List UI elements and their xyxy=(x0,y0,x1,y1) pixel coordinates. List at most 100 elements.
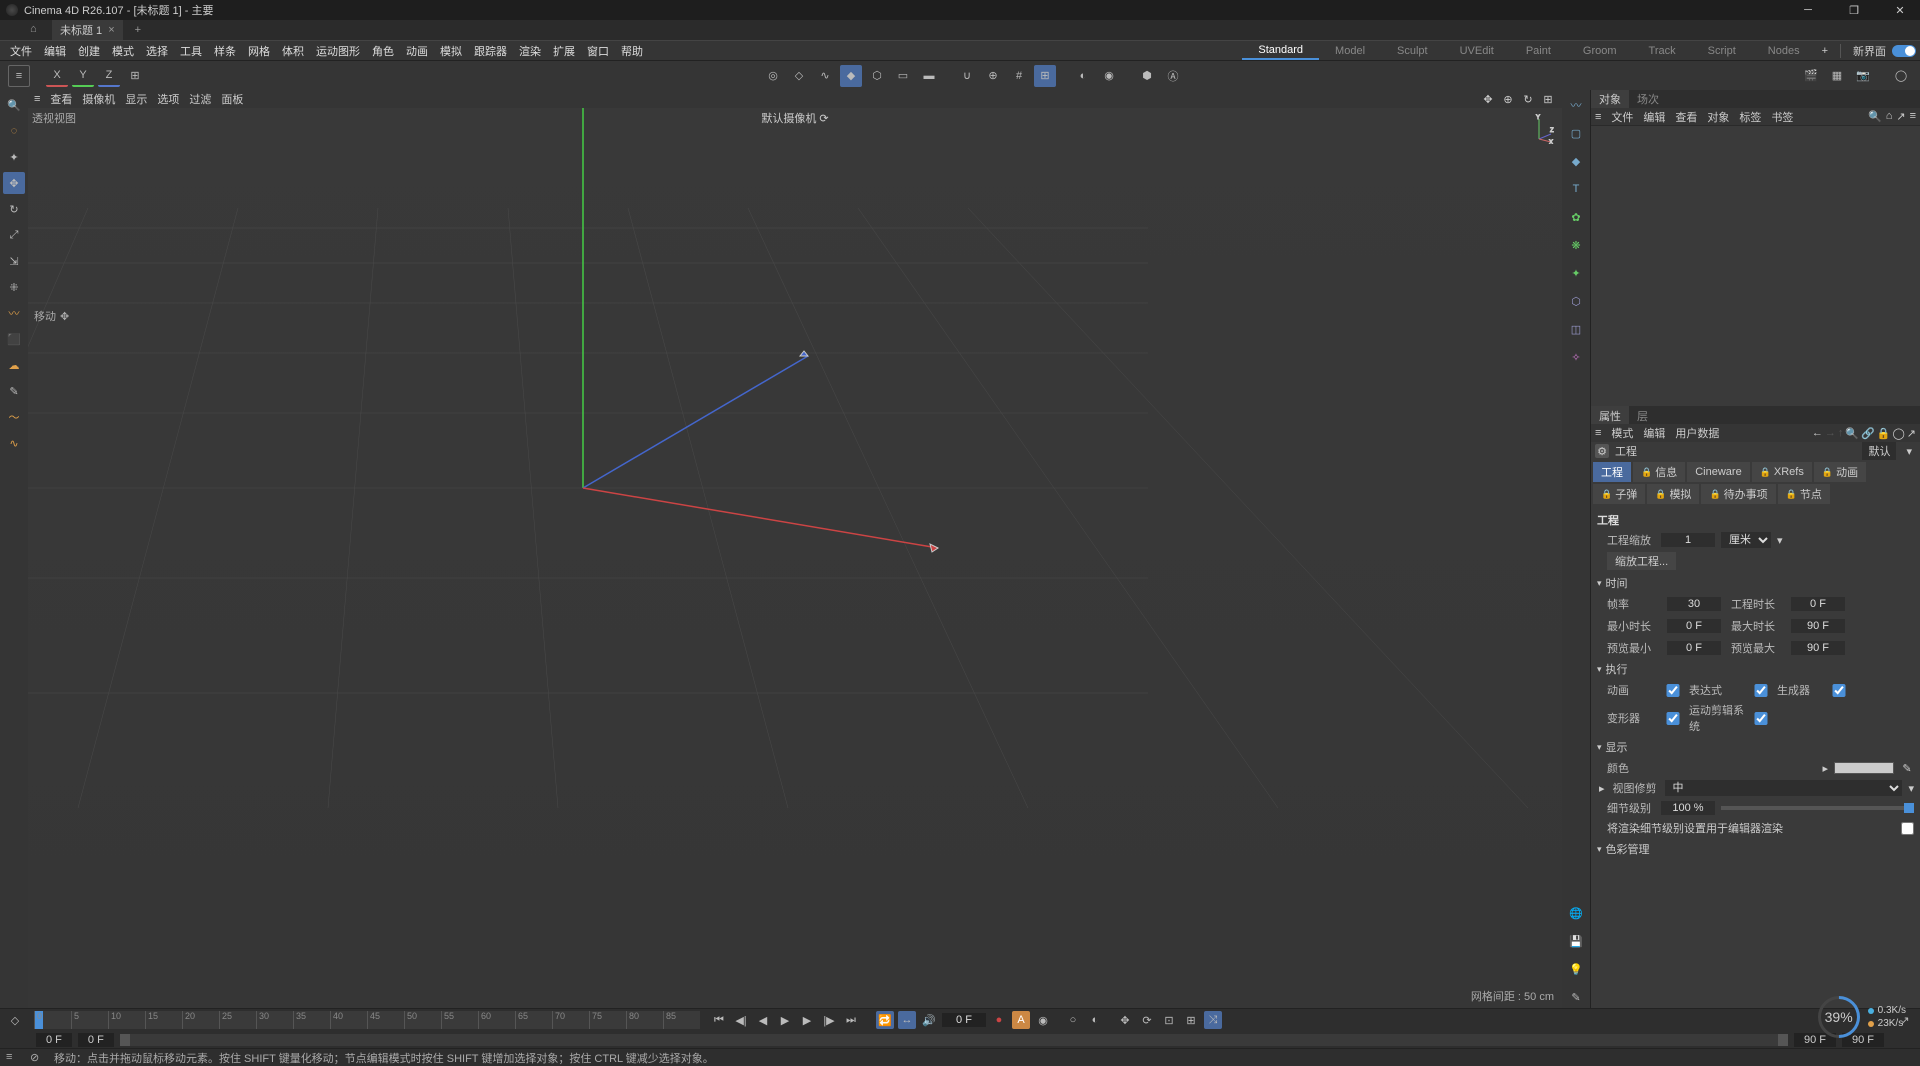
section-time-toggle[interactable]: ▾时间 xyxy=(1597,572,1914,594)
arrange-tool-icon[interactable]: ⁜ xyxy=(3,276,25,298)
history-icon[interactable]: ≡ xyxy=(8,65,30,87)
pencil-icon[interactable]: ✎ xyxy=(3,380,25,402)
menu-window[interactable]: 窗口 xyxy=(581,41,615,61)
step-back-icon[interactable]: ◀ xyxy=(754,1011,772,1029)
objects-tree[interactable] xyxy=(1591,126,1920,406)
freehand-icon[interactable]: ∿ xyxy=(3,432,25,454)
scale-unit-select[interactable]: 厘米 xyxy=(1721,532,1771,548)
obj-home-icon[interactable]: ⌂ xyxy=(1886,110,1893,123)
subtab-cineware[interactable]: Cineware xyxy=(1687,462,1749,482)
node-tool-icon[interactable]: ✧ xyxy=(1565,346,1587,368)
key-scale-icon[interactable]: ✥ xyxy=(1116,1011,1134,1029)
scale-tool-icon[interactable]: ⤢ xyxy=(3,224,25,246)
trim-expand-icon[interactable]: ▸ xyxy=(1597,782,1605,795)
create-floor-icon[interactable]: ▬ xyxy=(918,65,940,87)
vp-nav-pan-icon[interactable]: ✥ xyxy=(1480,91,1496,107)
subtab-bullet[interactable]: 🔒子弹 xyxy=(1593,484,1645,504)
trim-dropdown-icon[interactable]: ▾ xyxy=(1908,782,1914,795)
play-icon[interactable]: ▶ xyxy=(776,1011,794,1029)
viewport-3d[interactable]: 透视视图 默认摄像机 ⟳ Y Z X xyxy=(28,108,1562,1008)
axis-gizmo-icon[interactable]: Y Z X xyxy=(1524,114,1554,144)
subtab-nodes[interactable]: 🔒节点 xyxy=(1778,484,1830,504)
snap-workplane-icon[interactable]: ⊞ xyxy=(1034,65,1056,87)
layout-nodes[interactable]: Nodes xyxy=(1752,43,1816,59)
menu-edit[interactable]: 编辑 xyxy=(38,41,72,61)
new-ui-toggle[interactable] xyxy=(1892,45,1916,57)
option-c-icon[interactable]: ⬢ xyxy=(1136,65,1158,87)
render-region-icon[interactable]: ◯ xyxy=(1890,65,1912,87)
attr-default-select[interactable]: 默认 xyxy=(1862,442,1896,460)
subtab-project[interactable]: 工程 xyxy=(1593,462,1631,482)
create-plane-icon[interactable]: ▭ xyxy=(892,65,914,87)
field-tool-icon[interactable]: ✿ xyxy=(1565,206,1587,228)
layout-paint[interactable]: Paint xyxy=(1510,43,1567,59)
dropper-icon[interactable]: ✎ xyxy=(1900,761,1914,775)
key-param-icon[interactable]: ⟳ xyxy=(1138,1011,1156,1029)
anim-check[interactable] xyxy=(1665,684,1681,697)
range-ruler[interactable] xyxy=(120,1034,1788,1046)
sculpt-tool-icon[interactable]: ☁ xyxy=(3,354,25,376)
snap-u-icon[interactable]: ∪ xyxy=(956,65,978,87)
create-generator-icon[interactable]: ◆ xyxy=(840,65,862,87)
step-fwd-keyframe-icon[interactable]: |▶ xyxy=(820,1011,838,1029)
render-picture-icon[interactable]: 📷 xyxy=(1852,65,1874,87)
viewport-camera-label[interactable]: 默认摄像机 ⟳ xyxy=(761,110,828,126)
layout-groom[interactable]: Groom xyxy=(1567,43,1633,59)
vp-menu-hamburger-icon[interactable]: ≡ xyxy=(34,93,40,105)
vp-menu-display[interactable]: 显示 xyxy=(125,91,147,107)
tab-attributes[interactable]: 属性 xyxy=(1591,406,1629,424)
rotate-tool-icon[interactable]: ↻ xyxy=(3,198,25,220)
spline-draw-icon[interactable]: 〜 xyxy=(3,406,25,428)
attr-menu-mode[interactable]: 模式 xyxy=(1611,425,1633,441)
pmin-input[interactable] xyxy=(1667,641,1721,655)
keyframe-sel-icon[interactable]: ◉ xyxy=(1034,1011,1052,1029)
trim-select[interactable]: 中 xyxy=(1665,780,1903,796)
window-minimize-button[interactable]: ─ xyxy=(1794,4,1822,17)
fps-input[interactable] xyxy=(1667,597,1721,611)
loop-icon[interactable]: 🔁 xyxy=(876,1011,894,1029)
create-spline-icon[interactable]: ∿ xyxy=(814,65,836,87)
layout-uvedit[interactable]: UVEdit xyxy=(1444,43,1510,59)
render-settings-icon[interactable]: 🎬 xyxy=(1800,65,1822,87)
objects-menu-hamburger-icon[interactable]: ≡ xyxy=(1595,111,1601,123)
color-swatch[interactable] xyxy=(1834,762,1894,774)
axis-z-toggle[interactable]: Z xyxy=(98,65,120,87)
pencil-icon-2[interactable]: ✎ xyxy=(1565,986,1587,1008)
key-shuffle-icon[interactable]: ⤨ xyxy=(1204,1011,1222,1029)
text-tool-icon[interactable]: T xyxy=(1565,178,1587,200)
add-layout-button[interactable]: + xyxy=(1816,45,1834,57)
objects-menu-edit[interactable]: 编辑 xyxy=(1643,109,1665,125)
vp-menu-view[interactable]: 查看 xyxy=(50,91,72,107)
frame-input[interactable] xyxy=(942,1013,986,1027)
axis-y-toggle[interactable]: Y xyxy=(72,65,94,87)
obj-expand-icon[interactable]: ↗ xyxy=(1896,110,1905,123)
attr-expand-icon[interactable]: ↗ xyxy=(1907,427,1916,440)
layout-sculpt[interactable]: Sculpt xyxy=(1381,43,1444,59)
range-handle-left[interactable] xyxy=(120,1034,130,1046)
unit-dropdown-icon[interactable]: ▾ xyxy=(1777,534,1783,547)
light-tool-icon[interactable]: ◫ xyxy=(1565,318,1587,340)
autokey-icon[interactable]: A xyxy=(1012,1011,1030,1029)
subtab-info[interactable]: 🔒信息 xyxy=(1633,462,1685,482)
place-tool-icon[interactable]: ⇲ xyxy=(3,250,25,272)
vp-nav-maximize-icon[interactable]: ⊞ xyxy=(1540,91,1556,107)
gen-check[interactable] xyxy=(1831,684,1847,697)
axis-x-toggle[interactable]: X xyxy=(46,65,68,87)
duration-input[interactable] xyxy=(1791,597,1845,611)
option-b-icon[interactable]: ◉ xyxy=(1098,65,1120,87)
search-icon[interactable]: 🔍 xyxy=(3,94,25,116)
render-view-icon[interactable]: ▦ xyxy=(1826,65,1848,87)
menu-tools[interactable]: 工具 xyxy=(174,41,208,61)
obj-search-icon[interactable]: 🔍 xyxy=(1868,110,1882,123)
move-tool-icon[interactable]: ✥ xyxy=(3,172,25,194)
attr-menu-hamburger-icon[interactable]: ≡ xyxy=(1595,427,1601,439)
subtab-todo[interactable]: 🔒待办事项 xyxy=(1701,484,1775,504)
range-handle-right[interactable] xyxy=(1778,1034,1788,1046)
spline-tool-icon[interactable]: 〰 xyxy=(1565,94,1587,116)
step-back-keyframe-icon[interactable]: ◀| xyxy=(732,1011,750,1029)
record-icon[interactable]: ● xyxy=(990,1011,1008,1029)
menu-create[interactable]: 创建 xyxy=(72,41,106,61)
attr-link-icon[interactable]: 🔗 xyxy=(1861,427,1875,440)
bulb-icon[interactable]: 💡 xyxy=(1565,958,1587,980)
subtab-sim[interactable]: 🔒模拟 xyxy=(1647,484,1699,504)
